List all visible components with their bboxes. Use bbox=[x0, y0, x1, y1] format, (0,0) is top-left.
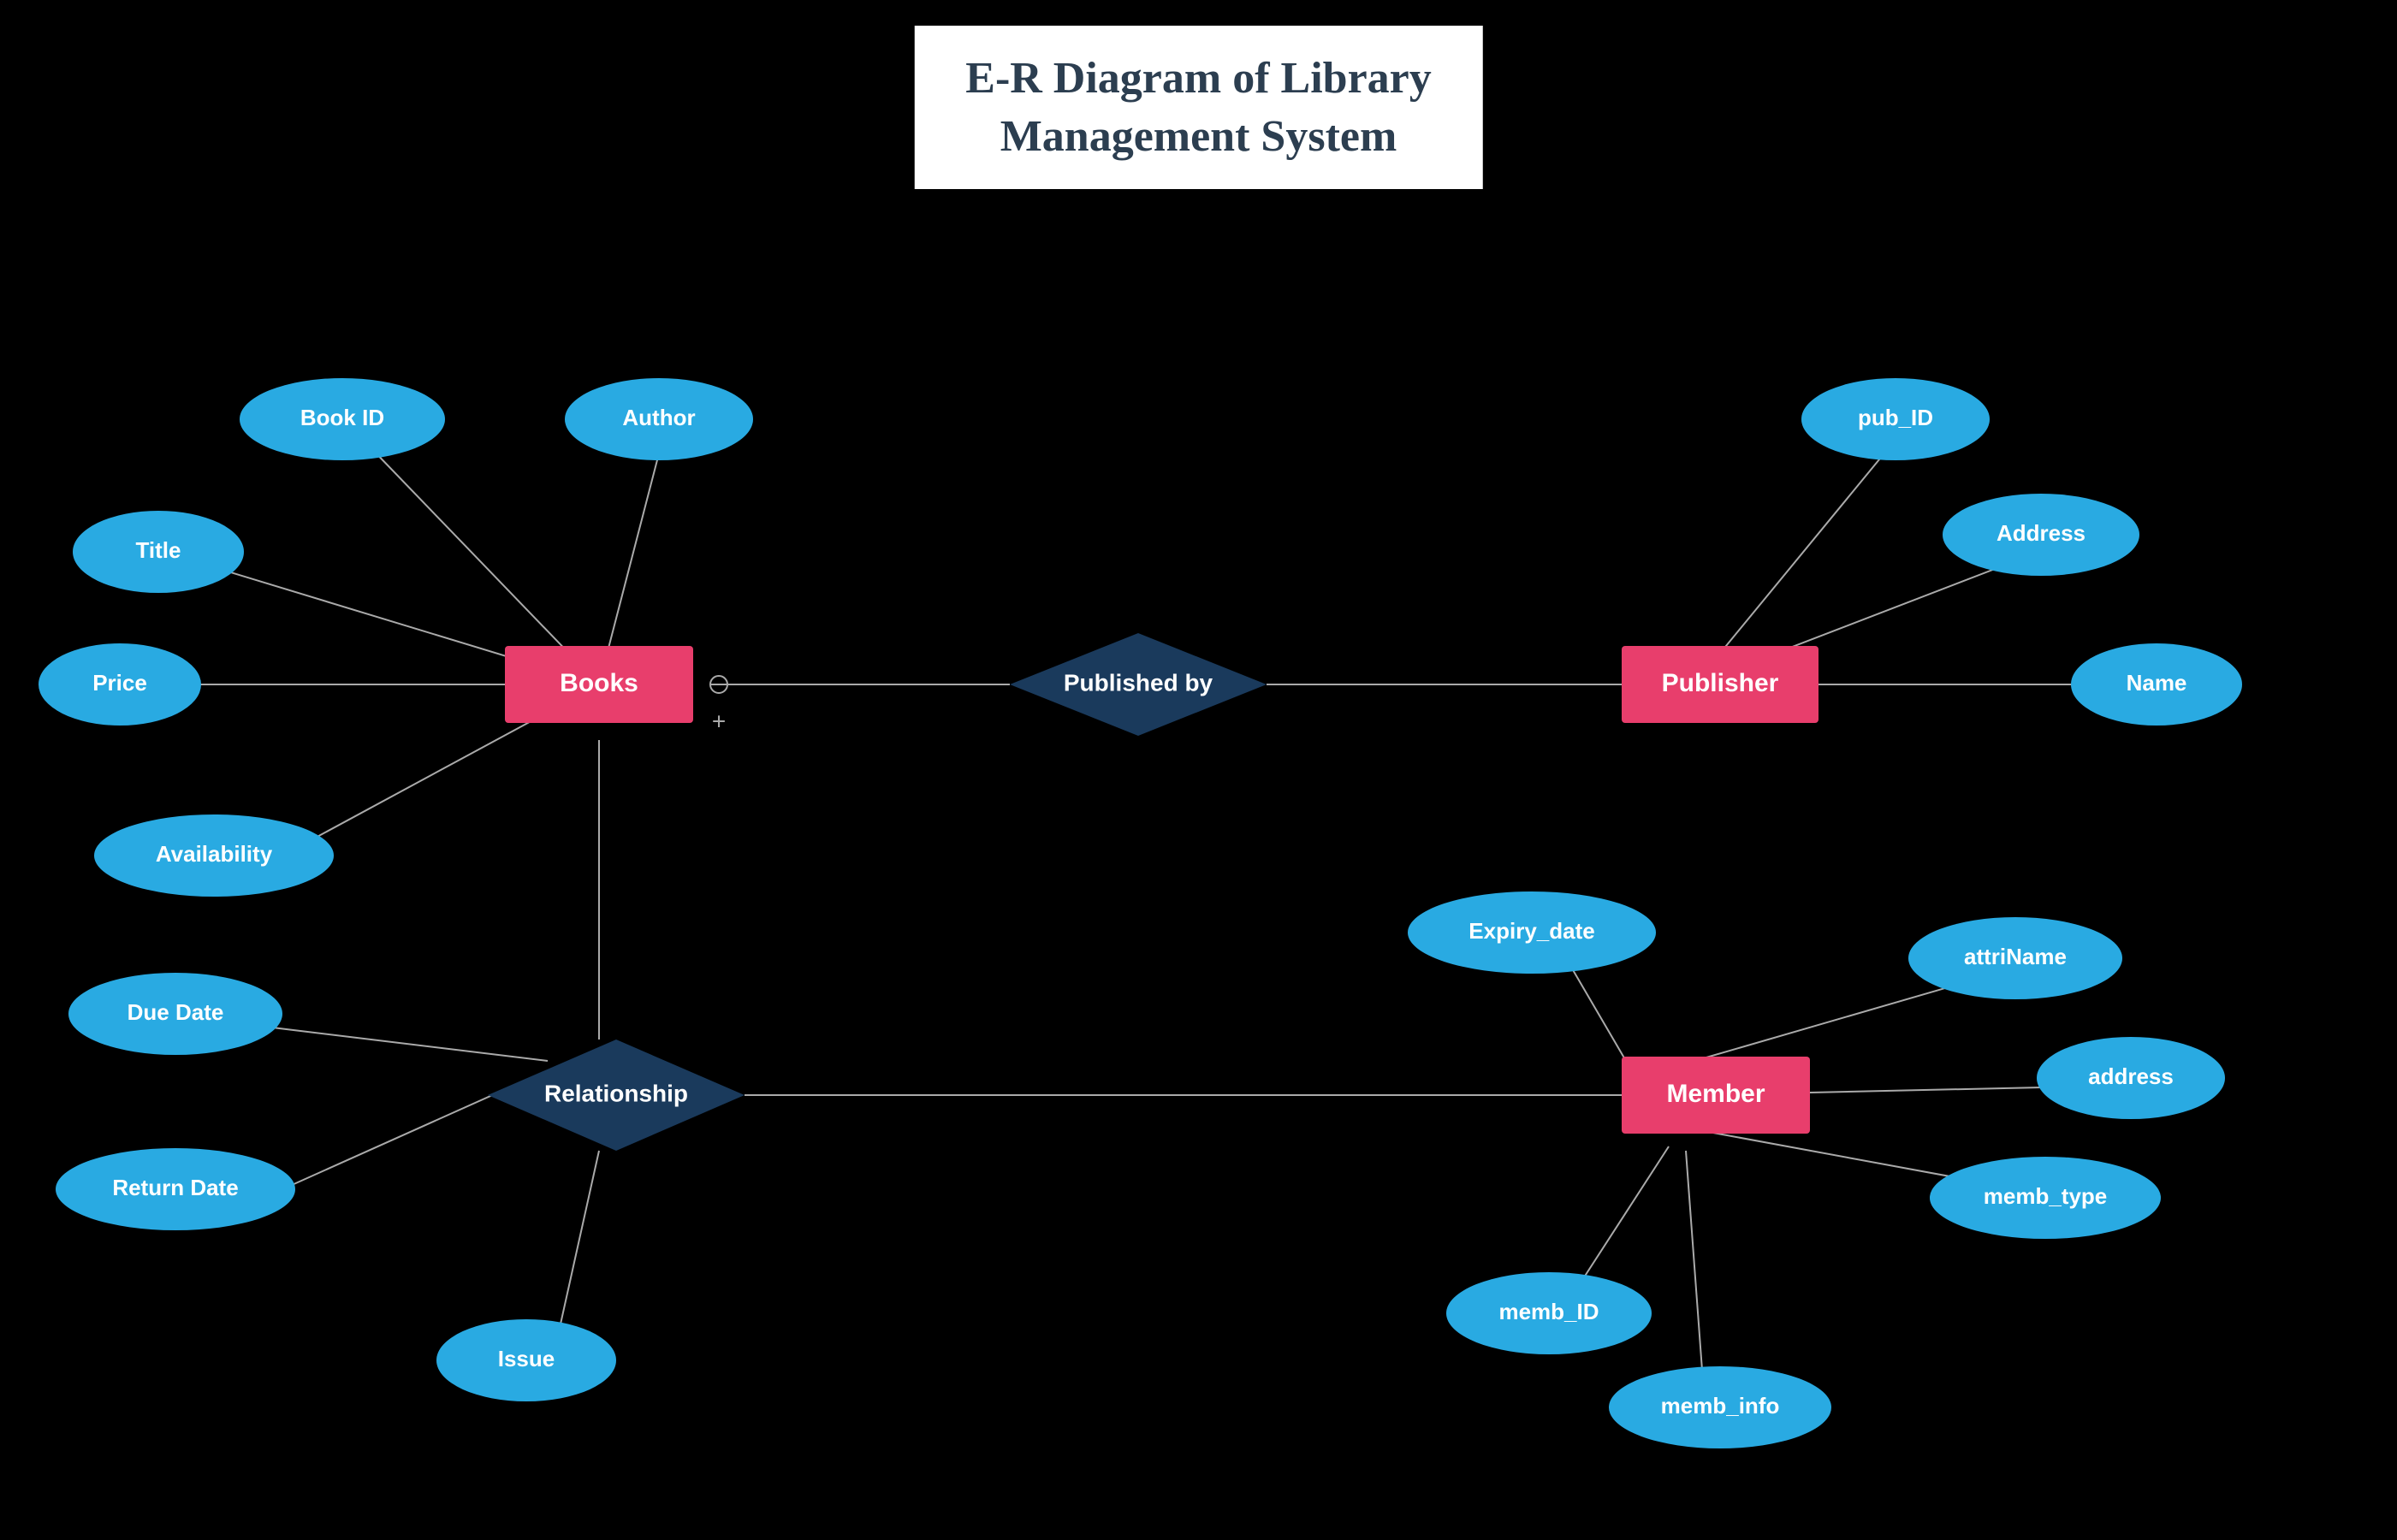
entity-publisher-label: Publisher bbox=[1662, 669, 1779, 697]
attribute-price-label: Price bbox=[92, 670, 147, 696]
entity-member-label: Member bbox=[1666, 1080, 1765, 1108]
relationship-diamond-label: Relationship bbox=[544, 1080, 688, 1106]
er-diagram: + Books Publisher Member Published by bbox=[0, 0, 2397, 1540]
attribute-title-label: Title bbox=[136, 537, 181, 563]
attribute-availability-label: Availability bbox=[156, 841, 273, 867]
attribute-address-member-label: address bbox=[2088, 1063, 2174, 1089]
attribute-author-label: Author bbox=[622, 405, 695, 430]
entity-books-label: Books bbox=[560, 669, 638, 697]
attribute-address-publisher-label: Address bbox=[1997, 520, 2086, 546]
attribute-return-date-label: Return Date bbox=[112, 1175, 238, 1200]
attribute-memb-id-label: memb_ID bbox=[1498, 1299, 1599, 1324]
attribute-book-id-label: Book ID bbox=[300, 405, 384, 430]
attribute-pub-id-label: pub_ID bbox=[1858, 405, 1933, 430]
attribute-name-label: Name bbox=[2127, 670, 2187, 696]
attribute-issue-label: Issue bbox=[498, 1346, 555, 1371]
attribute-memb-type-label: memb_type bbox=[1984, 1183, 2108, 1209]
attribute-memb-info-label: memb_info bbox=[1661, 1393, 1780, 1419]
relationship-published-by-label: Published by bbox=[1064, 669, 1213, 696]
attribute-attri-name-label: attriName bbox=[1964, 944, 2067, 969]
svg-text:+: + bbox=[712, 708, 726, 734]
attribute-due-date-label: Due Date bbox=[128, 999, 224, 1025]
attribute-expiry-date-label: Expiry_date bbox=[1468, 918, 1594, 944]
